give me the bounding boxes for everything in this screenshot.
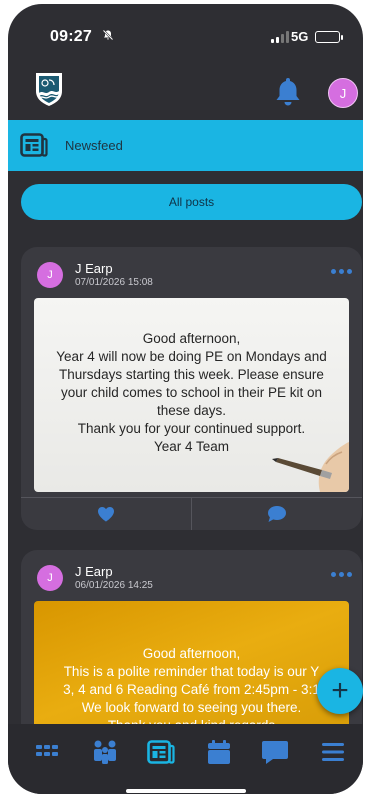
grid-icon[interactable] (32, 737, 62, 767)
post-image-text: Good afternoon, This is a polite reminde… (34, 645, 349, 735)
status-bar: 09:27 5G (8, 4, 363, 60)
notifications-bell-icon[interactable] (274, 76, 302, 106)
post-text-line: Good afternoon, (142, 331, 241, 346)
post-author: J Earp (75, 261, 113, 276)
like-button[interactable] (21, 498, 191, 530)
post-author: J Earp (75, 564, 113, 579)
post-text-line: This is a polite reminder that today is … (63, 664, 320, 679)
network-type: 5G (291, 29, 309, 44)
section-header: Newsfeed (8, 120, 363, 171)
school-logo (34, 71, 64, 107)
signal-icon (271, 31, 289, 43)
all-posts-filter-button[interactable]: All posts (21, 184, 362, 220)
menu-icon[interactable] (318, 737, 348, 767)
more-options-icon[interactable] (331, 572, 352, 577)
post-text-line: 3, 4 and 6 Reading Café from 2:45pm - 3:… (63, 682, 320, 697)
pencil-hand-illustration (272, 442, 349, 492)
bottom-navigation (8, 724, 363, 794)
post-text-line: Year 4 will now be doing PE on Mondays a… (56, 349, 327, 364)
post-text-line: We look forward to seeing you there. (81, 700, 302, 715)
section-title: Newsfeed (65, 138, 123, 153)
status-time: 09:27 (50, 28, 92, 45)
post-text-line: these days. (156, 403, 227, 418)
comment-icon (268, 506, 286, 522)
heart-icon (98, 507, 114, 522)
post-text-line: your child comes to school in their PE k… (60, 385, 323, 400)
silent-bell-icon (102, 29, 114, 44)
comment-button[interactable] (192, 498, 362, 530)
home-indicator[interactable] (126, 789, 246, 793)
people-icon[interactable] (90, 737, 120, 767)
newsfeed-icon[interactable] (146, 737, 176, 767)
post-text-line: Thursdays starting this week. Please ens… (59, 367, 324, 382)
user-avatar[interactable]: J (328, 78, 358, 108)
calendar-icon[interactable] (204, 737, 234, 767)
post-actions (21, 497, 362, 530)
chat-icon[interactable] (260, 737, 290, 767)
post-text-line: Good afternoon, (142, 646, 241, 661)
battery-icon (315, 31, 343, 43)
post-date: 07/01/2026 15:08 (75, 277, 153, 288)
post-image[interactable]: Good afternoon, Year 4 will now be doing… (34, 298, 349, 492)
author-avatar: J (37, 262, 63, 288)
more-options-icon[interactable] (331, 269, 352, 274)
phone-screen: 09:27 5G J Newsfeed All posts J J Earp 0… (8, 4, 363, 794)
post-card: J J Earp 07/01/2026 15:08 Good afternoon… (21, 247, 362, 530)
newsfeed-icon (20, 133, 48, 157)
author-avatar: J (37, 565, 63, 591)
add-post-button[interactable]: + (317, 668, 363, 714)
post-date: 06/01/2026 14:25 (75, 580, 153, 591)
